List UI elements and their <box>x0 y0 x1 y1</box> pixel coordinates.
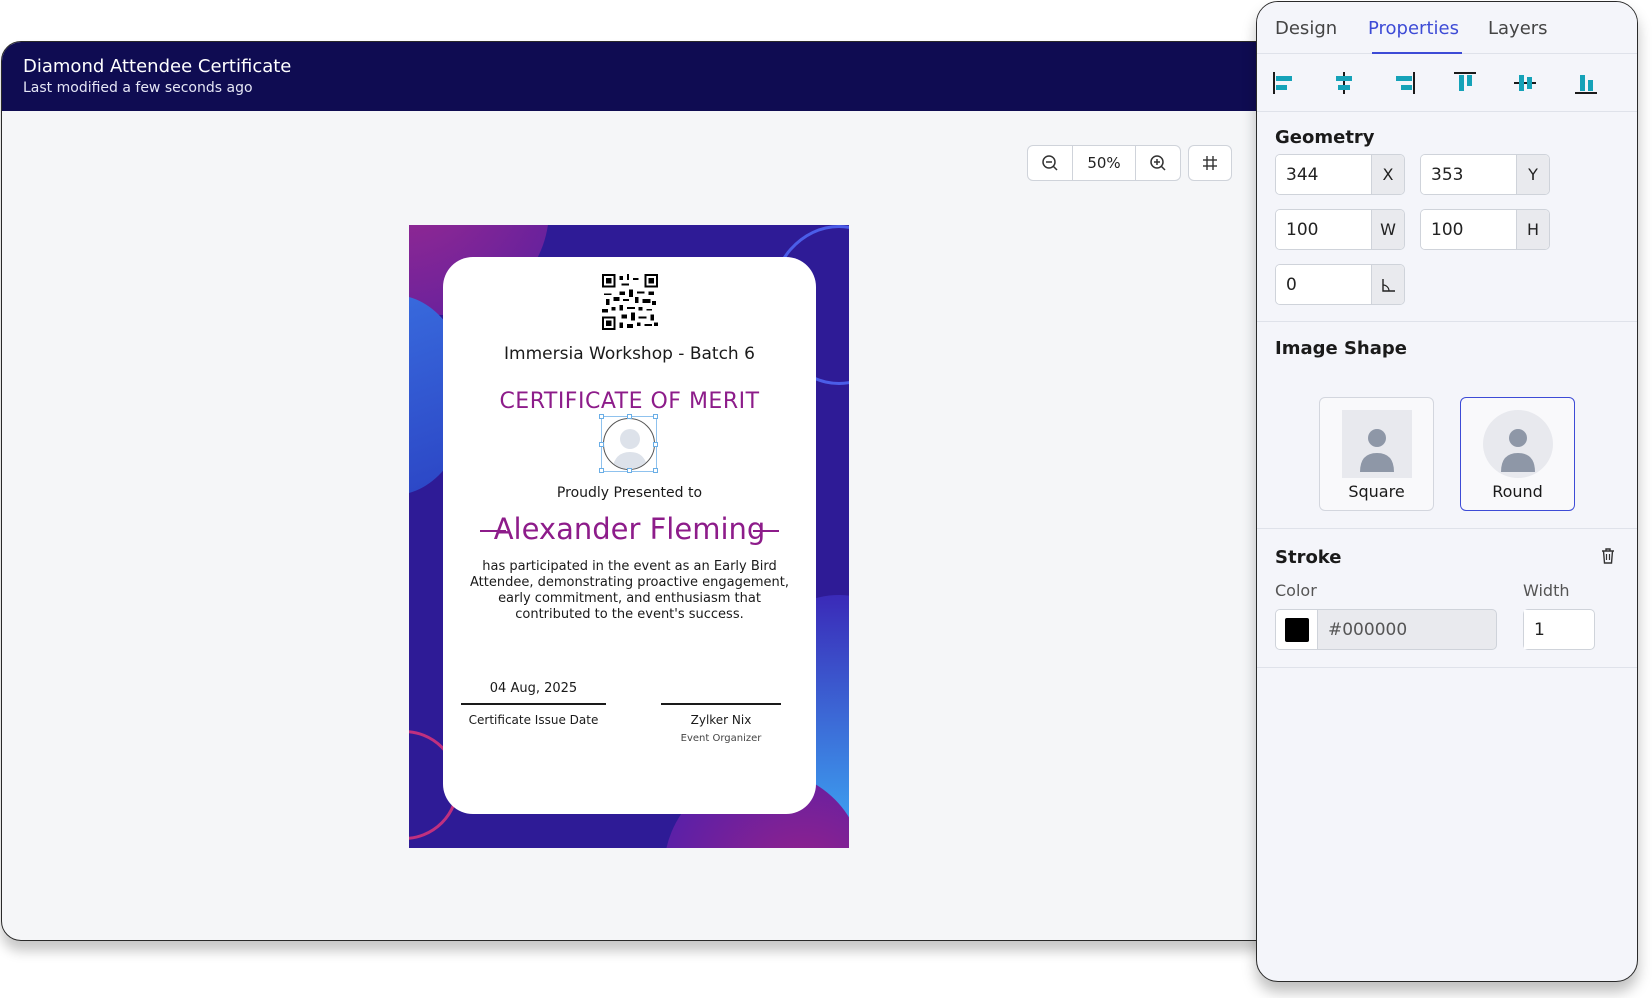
align-top-icon[interactable] <box>1451 69 1479 97</box>
angle-icon <box>1382 278 1395 292</box>
signature-line <box>661 703 781 705</box>
resize-handle[interactable] <box>627 414 632 419</box>
x-unit-label: X <box>1371 155 1404 194</box>
zoom-in-icon <box>1150 155 1166 171</box>
tab-layers[interactable]: Layers <box>1488 18 1548 39</box>
tab-design[interactable]: Design <box>1275 18 1337 39</box>
stroke-width-input[interactable] <box>1524 610 1584 649</box>
document-title: Diamond Attendee Certificate <box>23 56 292 77</box>
align-center-horizontal-icon[interactable] <box>1330 69 1358 97</box>
round-shape-preview <box>1483 410 1553 478</box>
stroke-title: Stroke <box>1275 547 1342 568</box>
stroke-color-value: #000000 <box>1328 619 1408 640</box>
align-middle-vertical-icon[interactable] <box>1511 69 1539 97</box>
stroke-color-label: Color <box>1275 581 1317 600</box>
angle-input[interactable] <box>1276 265 1371 304</box>
align-right-icon[interactable] <box>1390 69 1418 97</box>
recipient-photo-selected[interactable] <box>599 414 658 473</box>
h-field: H <box>1420 209 1550 250</box>
avatar <box>603 418 655 470</box>
resize-handle[interactable] <box>599 414 604 419</box>
certificate-heading[interactable]: CERTIFICATE OF MERIT <box>443 389 816 414</box>
resize-handle[interactable] <box>653 414 658 419</box>
zoom-level[interactable]: 50% <box>1072 146 1136 180</box>
stroke-width-label: Width <box>1523 581 1570 600</box>
h-unit-label: H <box>1516 210 1549 249</box>
date-line <box>461 703 606 705</box>
square-shape-preview <box>1342 410 1412 478</box>
color-swatch-button[interactable] <box>1276 610 1318 649</box>
align-left-icon[interactable] <box>1270 69 1298 97</box>
height-input[interactable] <box>1421 210 1516 249</box>
editor-header: Diamond Attendee Certificate Last modifi… <box>2 42 1300 111</box>
signer-role[interactable]: Event Organizer <box>661 733 781 744</box>
alignment-toolbar <box>1257 55 1637 112</box>
stroke-width-field <box>1523 609 1595 650</box>
zoom-out-button[interactable] <box>1028 146 1072 180</box>
resize-handle[interactable] <box>653 468 658 473</box>
shape-option-square[interactable]: Square <box>1319 397 1434 511</box>
trash-icon[interactable] <box>1600 547 1616 565</box>
image-shape-title: Image Shape <box>1275 338 1407 359</box>
round-label: Round <box>1492 482 1543 501</box>
certificate-description[interactable]: has participated in the event as an Earl… <box>461 559 798 623</box>
user-placeholder-icon <box>1360 429 1394 472</box>
x-input[interactable] <box>1276 155 1371 194</box>
resize-handle[interactable] <box>627 468 632 473</box>
grid-icon <box>1203 156 1217 170</box>
editor-window: Diamond Attendee Certificate Last modifi… <box>1 41 1301 941</box>
w-unit-label: W <box>1371 210 1404 249</box>
certificate-card: Immersia Workshop - Batch 6 CERTIFICATE … <box>443 257 816 814</box>
resize-handle[interactable] <box>653 442 658 447</box>
angle-field <box>1275 264 1405 305</box>
y-unit-label: Y <box>1516 155 1549 194</box>
resize-handle[interactable] <box>599 442 604 447</box>
user-placeholder-icon <box>612 429 648 469</box>
zoom-out-icon <box>1042 155 1058 171</box>
width-input[interactable] <box>1276 210 1371 249</box>
shape-option-round[interactable]: Round <box>1460 397 1575 511</box>
geometry-title: Geometry <box>1275 127 1375 148</box>
resize-handle[interactable] <box>599 468 604 473</box>
x-field: X <box>1275 154 1405 195</box>
recipient-name[interactable]: Alexander Fleming <box>443 512 816 546</box>
grid-toggle-button[interactable] <box>1188 145 1232 181</box>
section-divider <box>1257 528 1637 529</box>
square-label: Square <box>1348 482 1405 501</box>
qr-code-icon[interactable] <box>602 274 658 330</box>
angle-unit <box>1371 265 1404 304</box>
color-swatch <box>1284 617 1309 642</box>
align-bottom-icon[interactable] <box>1572 69 1600 97</box>
active-tab-indicator <box>1372 52 1462 54</box>
stroke-color-field[interactable]: #000000 <box>1275 609 1497 650</box>
section-divider <box>1257 667 1637 668</box>
properties-panel: Design Properties Layers Geometry X Y W … <box>1256 1 1638 982</box>
zoom-in-button[interactable] <box>1136 146 1180 180</box>
w-field: W <box>1275 209 1405 250</box>
tab-properties[interactable]: Properties <box>1368 18 1459 39</box>
certificate-canvas[interactable]: Immersia Workshop - Batch 6 CERTIFICATE … <box>409 225 849 848</box>
y-field: Y <box>1420 154 1550 195</box>
last-modified-text: Last modified a few seconds ago <box>23 80 253 96</box>
zoom-toolbar: 50% <box>1027 145 1181 181</box>
signer-name[interactable]: Zylker Nix <box>661 713 781 727</box>
y-input[interactable] <box>1421 155 1516 194</box>
name-flourish-right <box>753 530 779 532</box>
user-placeholder-icon <box>1501 429 1535 472</box>
event-name[interactable]: Immersia Workshop - Batch 6 <box>443 344 816 364</box>
presented-to-text[interactable]: Proudly Presented to <box>443 485 816 501</box>
issue-date[interactable]: 04 Aug, 2025 <box>461 681 606 696</box>
panel-tabs: Design Properties Layers <box>1257 2 1637 54</box>
section-divider <box>1257 321 1637 322</box>
issue-date-label[interactable]: Certificate Issue Date <box>461 713 606 727</box>
